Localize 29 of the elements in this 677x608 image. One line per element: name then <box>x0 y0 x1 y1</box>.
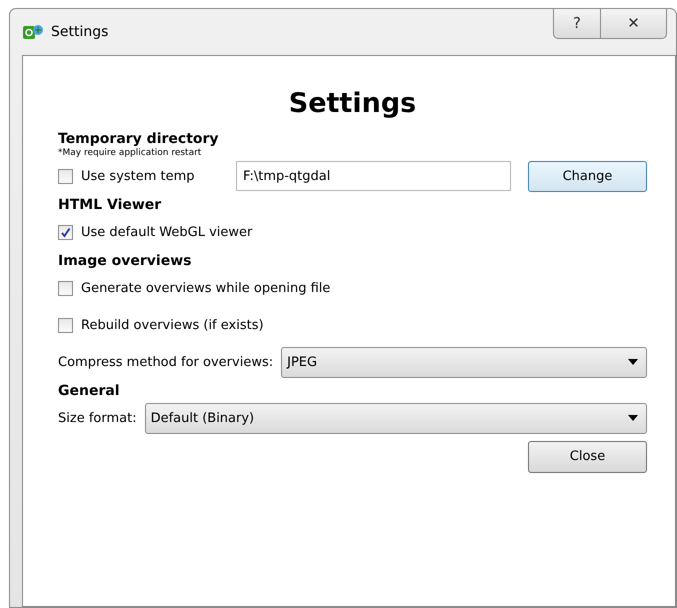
restart-note: *May require application restart <box>58 148 202 158</box>
section-heading: General <box>58 382 121 400</box>
checkbox-label: Use system temp <box>81 168 196 186</box>
section-heading: Temporary directory <box>58 130 220 148</box>
window-title: Settings <box>51 22 110 42</box>
checkbox-label: Rebuild overviews (if exists) <box>81 316 264 335</box>
path-field[interactable]: F:\tmp-qtgdal <box>236 161 511 192</box>
app-icon <box>22 23 44 42</box>
close-dialog-button[interactable]: Close <box>528 440 647 473</box>
section-heading: HTML Viewer <box>58 196 162 214</box>
combo-label: Compress method for overviews: <box>58 354 274 372</box>
dropdown-arrow-icon <box>628 359 638 366</box>
close-button[interactable]: ✕ <box>601 9 667 39</box>
checkbox[interactable] <box>58 168 73 184</box>
dropdown[interactable]: JPEG <box>281 346 647 378</box>
dropdown[interactable]: Default (Binary) <box>144 402 647 434</box>
checkbox[interactable] <box>58 280 73 296</box>
checkbox-label: Generate overviews while opening file <box>81 280 330 298</box>
dropdown-value: Default (Binary) <box>150 410 256 428</box>
dialog-heading: Settings <box>288 87 418 122</box>
combo-label: Size format: <box>58 410 137 428</box>
help-button[interactable]: ? <box>553 9 601 39</box>
dropdown-arrow-icon <box>628 415 638 422</box>
dropdown-value: JPEG <box>287 354 318 372</box>
checkbox-label: Use default WebGL viewer <box>81 224 252 242</box>
change-button[interactable]: Change <box>528 160 647 192</box>
checkbox[interactable] <box>58 318 73 333</box>
section-heading: Image overviews <box>58 252 192 270</box>
checkbox[interactable] <box>58 224 73 240</box>
